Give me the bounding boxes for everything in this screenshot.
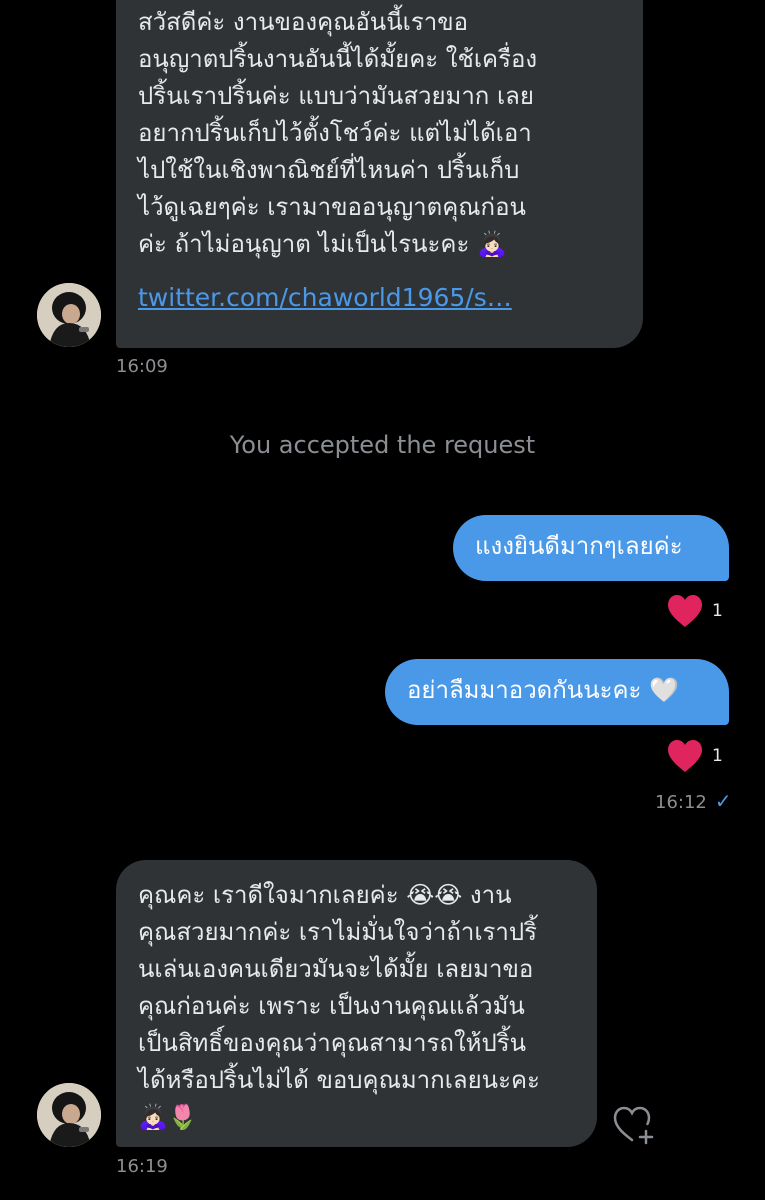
message-text: แงงยินดีมากๆเลยค่ะ <box>475 532 683 560</box>
message-timestamp-row: 16:12 ✓ <box>655 790 732 814</box>
checkmark-icon: ✓ <box>714 789 732 813</box>
outgoing-message-1[interactable]: แงงยินดีมากๆเลยค่ะ <box>453 515 729 581</box>
message-reaction[interactable]: 1 <box>666 594 723 628</box>
add-reaction-button[interactable] <box>612 1105 656 1145</box>
tweet-link[interactable]: twitter.com/chaworld1965/s… <box>138 281 623 315</box>
avatar[interactable] <box>37 1083 101 1147</box>
message-text: สวัสดีค่ะ งานของคุณอันนี้เราขอ อนุญาตปริ… <box>138 8 538 258</box>
message-reaction[interactable]: 1 <box>666 739 723 773</box>
heart-plus-icon <box>613 1106 654 1145</box>
heart-icon <box>668 595 702 627</box>
message-timestamp: 16:12 <box>655 792 707 813</box>
message-text: อย่าลืมมาอวดกันนะคะ 🤍 <box>407 676 679 704</box>
message-timestamp: 16:09 <box>116 356 168 377</box>
message-timestamp: 16:19 <box>116 1156 168 1177</box>
outgoing-message-2[interactable]: อย่าลืมมาอวดกันนะคะ 🤍 <box>385 659 729 725</box>
incoming-message-1[interactable]: สวัสดีค่ะ งานของคุณอันนี้เราขอ อนุญาตปริ… <box>116 0 643 348</box>
avatar[interactable] <box>37 283 101 347</box>
incoming-message-2[interactable]: คุณคะ เราดีใจมากเลยค่ะ 😭😭 งาน คุณสวยมากค… <box>116 860 597 1147</box>
request-accepted-notice: You accepted the request <box>229 431 536 459</box>
reaction-count: 1 <box>712 746 723 766</box>
reaction-count: 1 <box>712 601 723 621</box>
message-text: คุณคะ เราดีใจมากเลยค่ะ 😭😭 งาน คุณสวยมากค… <box>138 881 540 1131</box>
heart-icon <box>668 740 702 772</box>
avatar-photo <box>37 1083 101 1147</box>
avatar-photo <box>37 283 101 347</box>
